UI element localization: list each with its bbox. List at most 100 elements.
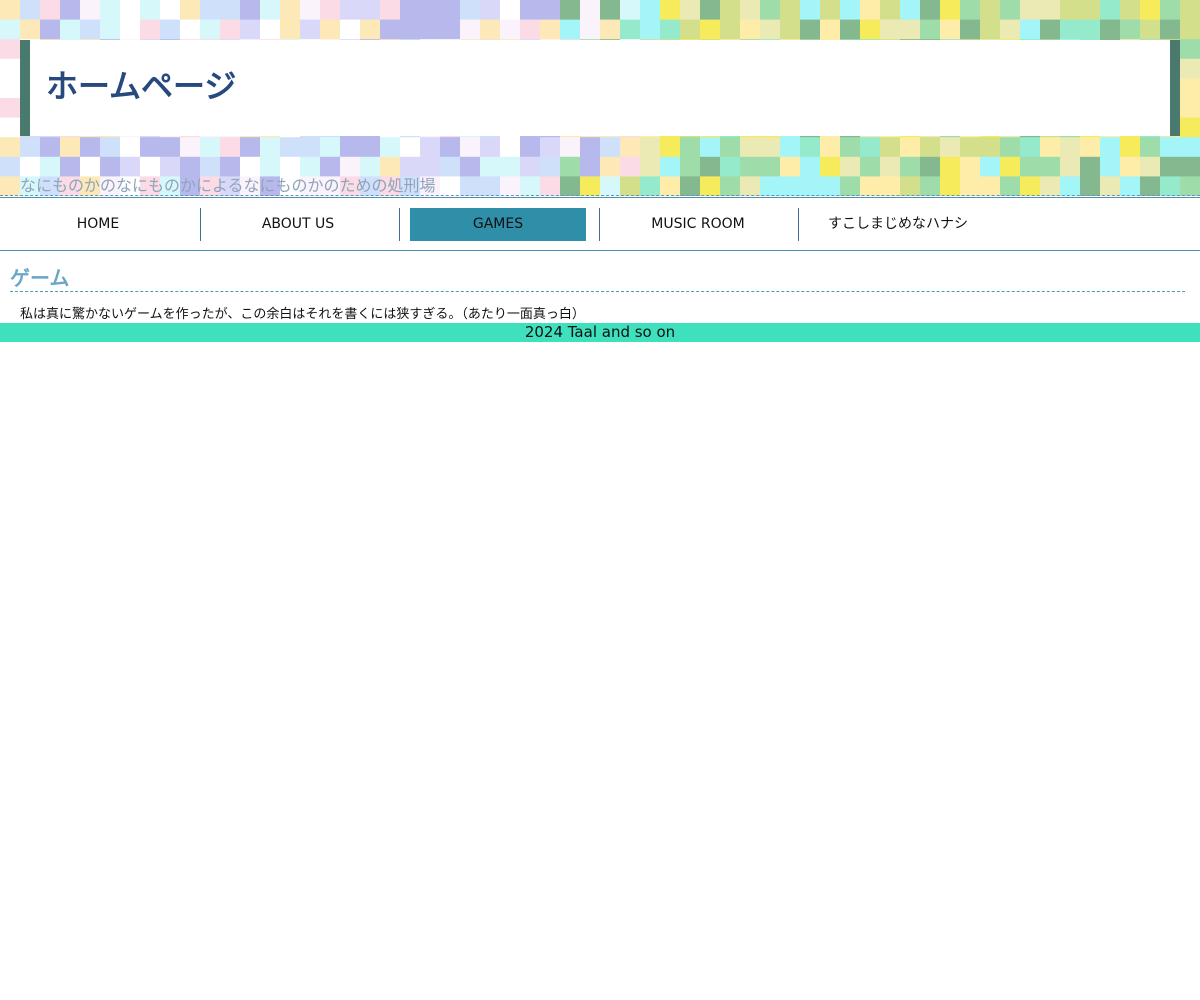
mosaic-tile [240, 0, 260, 21]
mosaic-tile [280, 156, 300, 177]
mosaic-tile [580, 137, 600, 158]
site-title[interactable]: ホームページ [46, 66, 236, 106]
mosaic-tile [1120, 0, 1140, 21]
mosaic-tile [680, 156, 700, 177]
nav-separator [599, 208, 600, 241]
site-footer: 2024 Taal and so on [0, 323, 1200, 342]
mosaic-tile [1120, 19, 1140, 40]
mosaic-tile [540, 137, 560, 158]
mosaic-tile [520, 156, 540, 177]
header-divider [0, 195, 1200, 196]
mosaic-tile [0, 117, 20, 138]
mosaic-tile [620, 156, 640, 177]
mosaic-tile [1040, 176, 1060, 196]
mosaic-tile [540, 0, 560, 21]
mosaic-tile [760, 176, 780, 196]
title-box: ホームページ [20, 40, 1180, 136]
mosaic-tile [560, 156, 580, 177]
mosaic-tile [380, 19, 400, 40]
mosaic-tile [60, 137, 80, 158]
mosaic-tile [1020, 0, 1040, 21]
mosaic-tile [580, 156, 600, 177]
mosaic-tile [1060, 156, 1080, 177]
mosaic-tile [700, 156, 720, 177]
mosaic-tile [180, 0, 200, 21]
mosaic-tile [420, 137, 440, 158]
mosaic-tile [680, 137, 700, 158]
mosaic-tile [880, 137, 900, 158]
mosaic-tile [0, 19, 20, 40]
mosaic-tile [380, 156, 400, 177]
mosaic-tile [980, 0, 1000, 21]
mosaic-tile [920, 176, 940, 196]
mosaic-tile [1180, 176, 1200, 196]
mosaic-tile [160, 0, 180, 21]
mosaic-tile [640, 156, 660, 177]
mosaic-tile [900, 137, 920, 158]
mosaic-tile [1000, 19, 1020, 40]
mosaic-tile [440, 156, 460, 177]
mosaic-tile [140, 0, 160, 21]
main-nav: HOME ABOUT US GAMES MUSIC ROOM すこしまじめなハナ… [0, 197, 1200, 251]
mosaic-tile [1120, 137, 1140, 158]
mosaic-tile [300, 19, 320, 40]
mosaic-tile [1160, 137, 1180, 158]
nav-item-home[interactable]: HOME [10, 208, 186, 241]
mosaic-tile [700, 19, 720, 40]
mosaic-tile [820, 0, 840, 21]
mosaic-tile [380, 137, 400, 158]
page-body-text: 私は真に驚かないゲームを作ったが、この余白はそれを書くには狭すぎる。（あたり一面… [20, 307, 585, 322]
mosaic-tile [840, 0, 860, 21]
mosaic-tile [380, 0, 400, 21]
site-header: ホームページ なにものかのなにものかによるなにものかのための処刑場 [0, 0, 1200, 196]
mosaic-tile [760, 156, 780, 177]
nav-item-serious-talk[interactable]: すこしまじめなハナシ [810, 208, 986, 241]
mosaic-tile [940, 0, 960, 21]
mosaic-tile [220, 156, 240, 177]
mosaic-tile [780, 0, 800, 21]
mosaic-tile [980, 176, 1000, 196]
mosaic-tile [280, 137, 300, 158]
mosaic-tile [1180, 156, 1200, 177]
nav-separator [798, 208, 799, 241]
mosaic-tile [40, 156, 60, 177]
mosaic-tile [320, 0, 340, 21]
mosaic-tile [400, 19, 420, 40]
mosaic-tile [220, 19, 240, 40]
mosaic-tile [1020, 176, 1040, 196]
mosaic-tile [600, 0, 620, 21]
mosaic-tile [0, 98, 20, 119]
mosaic-tile [880, 19, 900, 40]
mosaic-tile [900, 156, 920, 177]
mosaic-tile [900, 0, 920, 21]
mosaic-tile [700, 176, 720, 196]
mosaic-tile [840, 176, 860, 196]
mosaic-tile [740, 19, 760, 40]
nav-item-music-room[interactable]: MUSIC ROOM [610, 208, 786, 241]
mosaic-tile [960, 0, 980, 21]
mosaic-tile [120, 137, 140, 158]
mosaic-tile [420, 19, 440, 40]
mosaic-tile [900, 176, 920, 196]
mosaic-tile [500, 0, 520, 21]
mosaic-tile [640, 0, 660, 21]
mosaic-tile [980, 156, 1000, 177]
mosaic-tile [980, 19, 1000, 40]
mosaic-tile [200, 0, 220, 21]
mosaic-tile [260, 0, 280, 21]
mosaic-tile [60, 156, 80, 177]
mosaic-tile [0, 39, 20, 60]
mosaic-tile [540, 19, 560, 40]
mosaic-tile [360, 137, 380, 158]
nav-item-about-us[interactable]: ABOUT US [210, 208, 386, 241]
nav-item-games[interactable]: GAMES [410, 208, 586, 241]
mosaic-tile [960, 156, 980, 177]
mosaic-tile [460, 176, 480, 196]
mosaic-tile [920, 19, 940, 40]
mosaic-tile [500, 137, 520, 158]
mosaic-tile [560, 137, 580, 158]
mosaic-tile [320, 137, 340, 158]
mosaic-tile [820, 176, 840, 196]
mosaic-tile [320, 156, 340, 177]
mosaic-tile [440, 0, 460, 21]
